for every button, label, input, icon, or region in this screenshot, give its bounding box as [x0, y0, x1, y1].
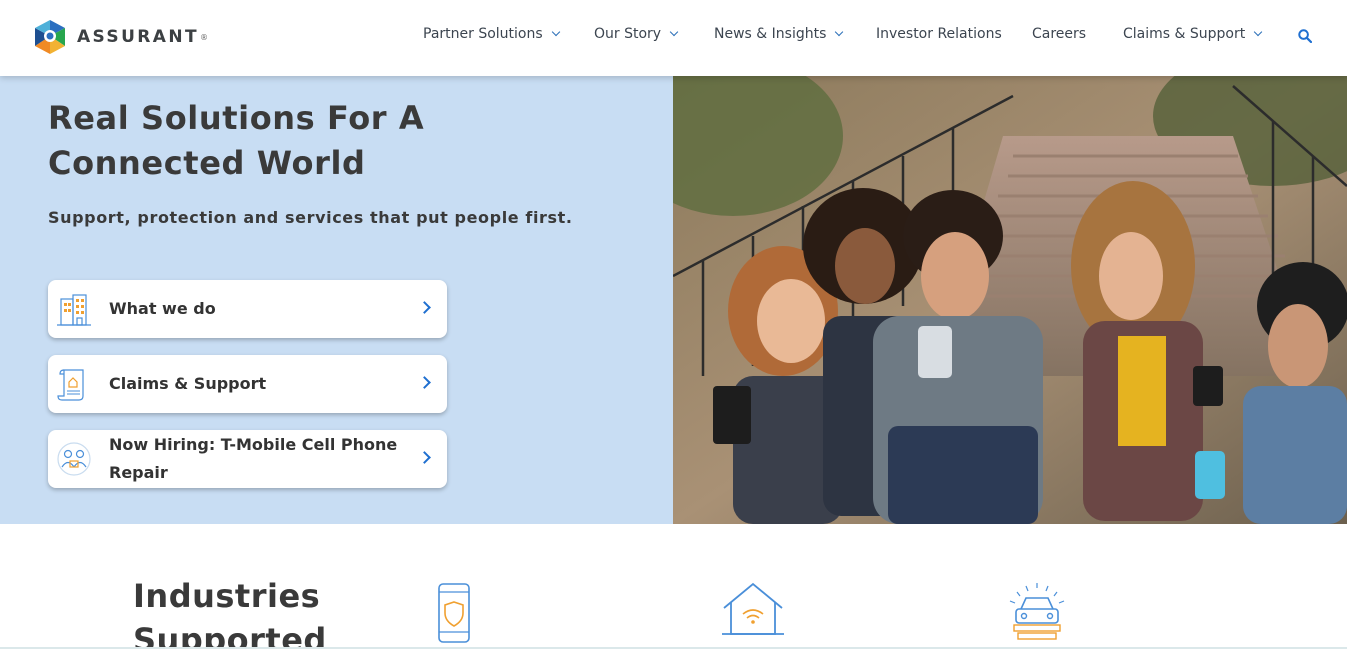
- logo-mark-icon: [35, 20, 65, 54]
- hero-image: [673, 76, 1347, 524]
- nav-news-insights[interactable]: News & Insights: [714, 26, 844, 42]
- building-icon: [57, 294, 91, 326]
- nav-label: Our Story: [594, 26, 662, 42]
- chevron-down-icon: [1253, 27, 1263, 37]
- industries-title: Industries Supported: [133, 577, 327, 649]
- mobile-shield-icon[interactable]: [437, 582, 471, 644]
- nav-partner-solutions[interactable]: Partner Solutions: [423, 26, 560, 42]
- chevron-down-icon: [669, 27, 679, 37]
- now-hiring-card[interactable]: Now Hiring: T-Mobile Cell Phone Repair: [48, 430, 447, 488]
- friends-on-stairs-image: [673, 76, 1347, 524]
- chevron-down-icon: [551, 27, 560, 37]
- card-label: What we do: [109, 299, 216, 318]
- nav-label: Partner Solutions: [423, 26, 543, 42]
- nav-careers[interactable]: Careers: [1032, 26, 1086, 42]
- hero-title: Real Solutions For A Connected World: [48, 99, 425, 182]
- connected-home-icon[interactable]: [722, 582, 784, 638]
- chevron-right-icon: [418, 376, 431, 389]
- hero-subtitle: Support, protection and services that pu…: [48, 208, 573, 227]
- nav-our-story[interactable]: Our Story: [594, 26, 679, 42]
- nav-claims-support[interactable]: Claims & Support: [1123, 26, 1263, 42]
- chevron-right-icon: [418, 451, 431, 464]
- nav-label: Careers: [1032, 26, 1087, 42]
- nav-label: Claims & Support: [1123, 26, 1246, 42]
- assurant-logo[interactable]: ASSURANT ®: [32, 18, 208, 56]
- brand-registered: ®: [199, 32, 208, 42]
- nav-investor-relations[interactable]: Investor Relations: [876, 26, 1002, 42]
- chevron-down-icon: [835, 27, 844, 37]
- car-icon[interactable]: [1006, 583, 1068, 641]
- site-header: ASSURANT ® Partner Solutions Our Story Ne…: [0, 0, 1347, 76]
- card-label: Now Hiring: T-Mobile Cell Phone Repair: [109, 435, 398, 482]
- what-we-do-card[interactable]: What we do: [48, 280, 447, 338]
- chevron-right-icon: [418, 301, 431, 314]
- card-label: Claims & Support: [109, 374, 267, 393]
- people-icon: [57, 442, 91, 476]
- brand-name: ASSURANT: [77, 27, 199, 47]
- claims-support-card[interactable]: Claims & Support: [48, 355, 447, 413]
- document-icon: [57, 369, 84, 401]
- nav-label: Investor Relations: [876, 26, 1002, 42]
- nav-label: News & Insights: [714, 26, 827, 42]
- search-icon[interactable]: [1298, 29, 1312, 43]
